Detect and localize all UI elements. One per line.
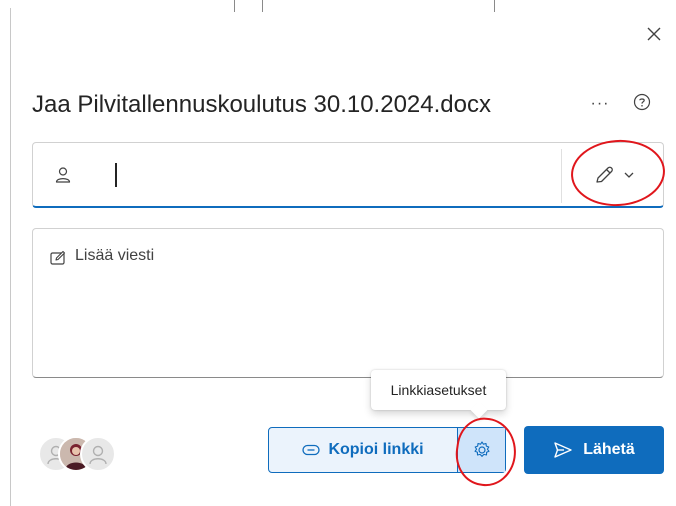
background-divider	[494, 0, 495, 12]
message-input[interactable]	[73, 245, 647, 369]
send-label: Lähetä	[583, 441, 635, 458]
help-button[interactable]	[630, 90, 654, 114]
permission-dropdown-button[interactable]	[569, 153, 659, 197]
message-box[interactable]	[32, 228, 664, 378]
dialog-left-edge	[10, 8, 11, 506]
edit-note-icon	[50, 250, 66, 265]
dialog-title: Jaa Pilvitallennuskoulutus 30.10.2024.do…	[32, 91, 491, 118]
chevron-down-icon	[624, 172, 634, 178]
person-icon	[55, 167, 71, 183]
copy-link-button[interactable]: Kopioi linkki	[269, 428, 457, 472]
question-circle-icon	[633, 93, 651, 111]
link-icon	[302, 444, 321, 456]
pencil-icon	[596, 166, 613, 183]
more-options-label: ···	[590, 95, 610, 112]
gear-icon	[473, 441, 490, 457]
person-placeholder-icon	[89, 445, 107, 465]
background-divider	[234, 0, 235, 12]
copy-link-group: Kopioi linkki	[268, 427, 506, 473]
link-settings-tooltip: Linkkiasetukset	[371, 370, 506, 410]
more-options-button[interactable]: ···	[588, 92, 612, 116]
people-picker-divider	[561, 149, 562, 203]
people-picker[interactable]	[32, 142, 664, 208]
send-button[interactable]: Lähetä	[524, 426, 664, 474]
people-input[interactable]	[119, 157, 563, 195]
close-icon	[647, 27, 661, 41]
close-button[interactable]	[642, 22, 666, 46]
copy-link-label: Kopioi linkki	[328, 441, 424, 458]
tooltip-text: Linkkiasetukset	[390, 382, 487, 398]
shared-with-avatars[interactable]	[38, 436, 116, 472]
send-icon	[554, 442, 572, 458]
link-settings-button[interactable]	[458, 428, 505, 472]
avatar	[80, 436, 116, 472]
background-window-strip	[0, 0, 676, 12]
text-caret	[115, 163, 117, 187]
background-divider	[262, 0, 263, 12]
